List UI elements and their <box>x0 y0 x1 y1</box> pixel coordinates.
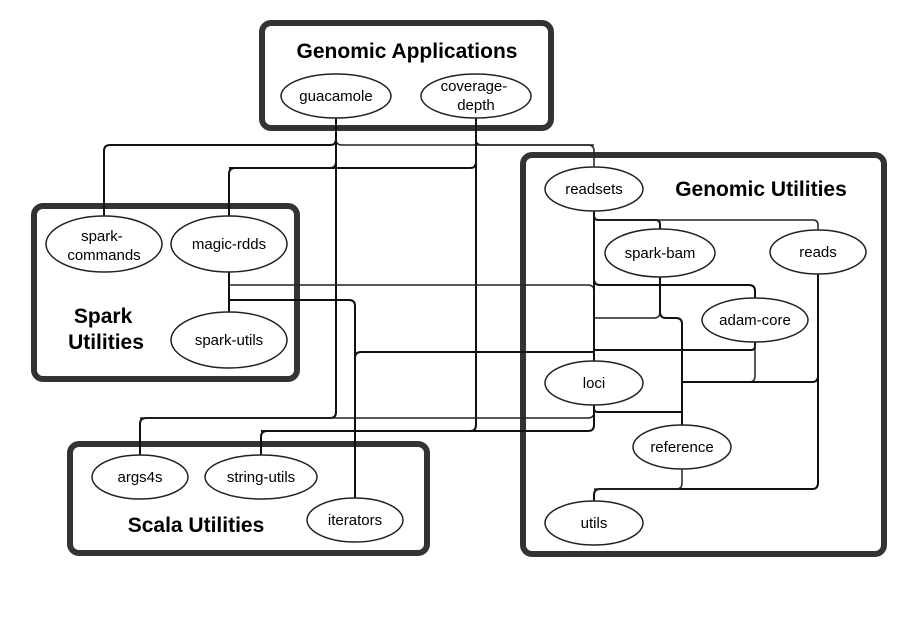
node-label: reads <box>799 244 837 261</box>
node-readsets[interactable]: readsets <box>544 166 644 212</box>
node-reference[interactable]: reference <box>632 424 732 470</box>
dependency-diagram: Genomic Applications Spark Utilities Gen… <box>31 20 887 557</box>
group-title-genomic-utilities: Genomic Utilities <box>675 178 847 201</box>
node-args4s[interactable]: args4s <box>91 454 189 500</box>
group-title-genomic-applications: Genomic Applications <box>297 40 518 63</box>
node-spark-utils[interactable]: spark-utils <box>170 311 288 369</box>
node-reads[interactable]: reads <box>769 229 867 275</box>
node-label: loci <box>583 375 606 392</box>
node-adam-core[interactable]: adam-core <box>701 297 809 343</box>
node-iterators[interactable]: iterators <box>306 497 404 543</box>
node-label: magic-rdds <box>192 236 266 253</box>
group-title-scala-utilities: Scala Utilities <box>128 514 265 537</box>
node-label: spark-bam <box>625 245 696 262</box>
node-label: guacamole <box>299 88 372 105</box>
node-guacamole[interactable]: guacamole <box>280 73 392 119</box>
node-string-utils[interactable]: string-utils <box>204 454 318 500</box>
node-utils[interactable]: utils <box>544 500 644 546</box>
node-label: reference <box>650 439 713 456</box>
node-label: iterators <box>328 512 382 529</box>
node-label: adam-core <box>719 312 791 329</box>
node-magic-rdds[interactable]: magic-rdds <box>170 215 288 273</box>
node-loci[interactable]: loci <box>544 360 644 406</box>
node-label: args4s <box>117 469 162 486</box>
node-label: readsets <box>565 181 623 198</box>
node-spark-bam[interactable]: spark-bam <box>604 228 716 278</box>
node-coverage-depth[interactable]: coverage- depth <box>420 73 532 119</box>
node-label: spark-utils <box>195 332 263 349</box>
node-label: string-utils <box>227 469 295 486</box>
node-spark-commands[interactable]: spark- commands <box>45 215 163 273</box>
group-box-genomic-utilities <box>520 152 887 557</box>
node-label: utils <box>581 515 608 532</box>
